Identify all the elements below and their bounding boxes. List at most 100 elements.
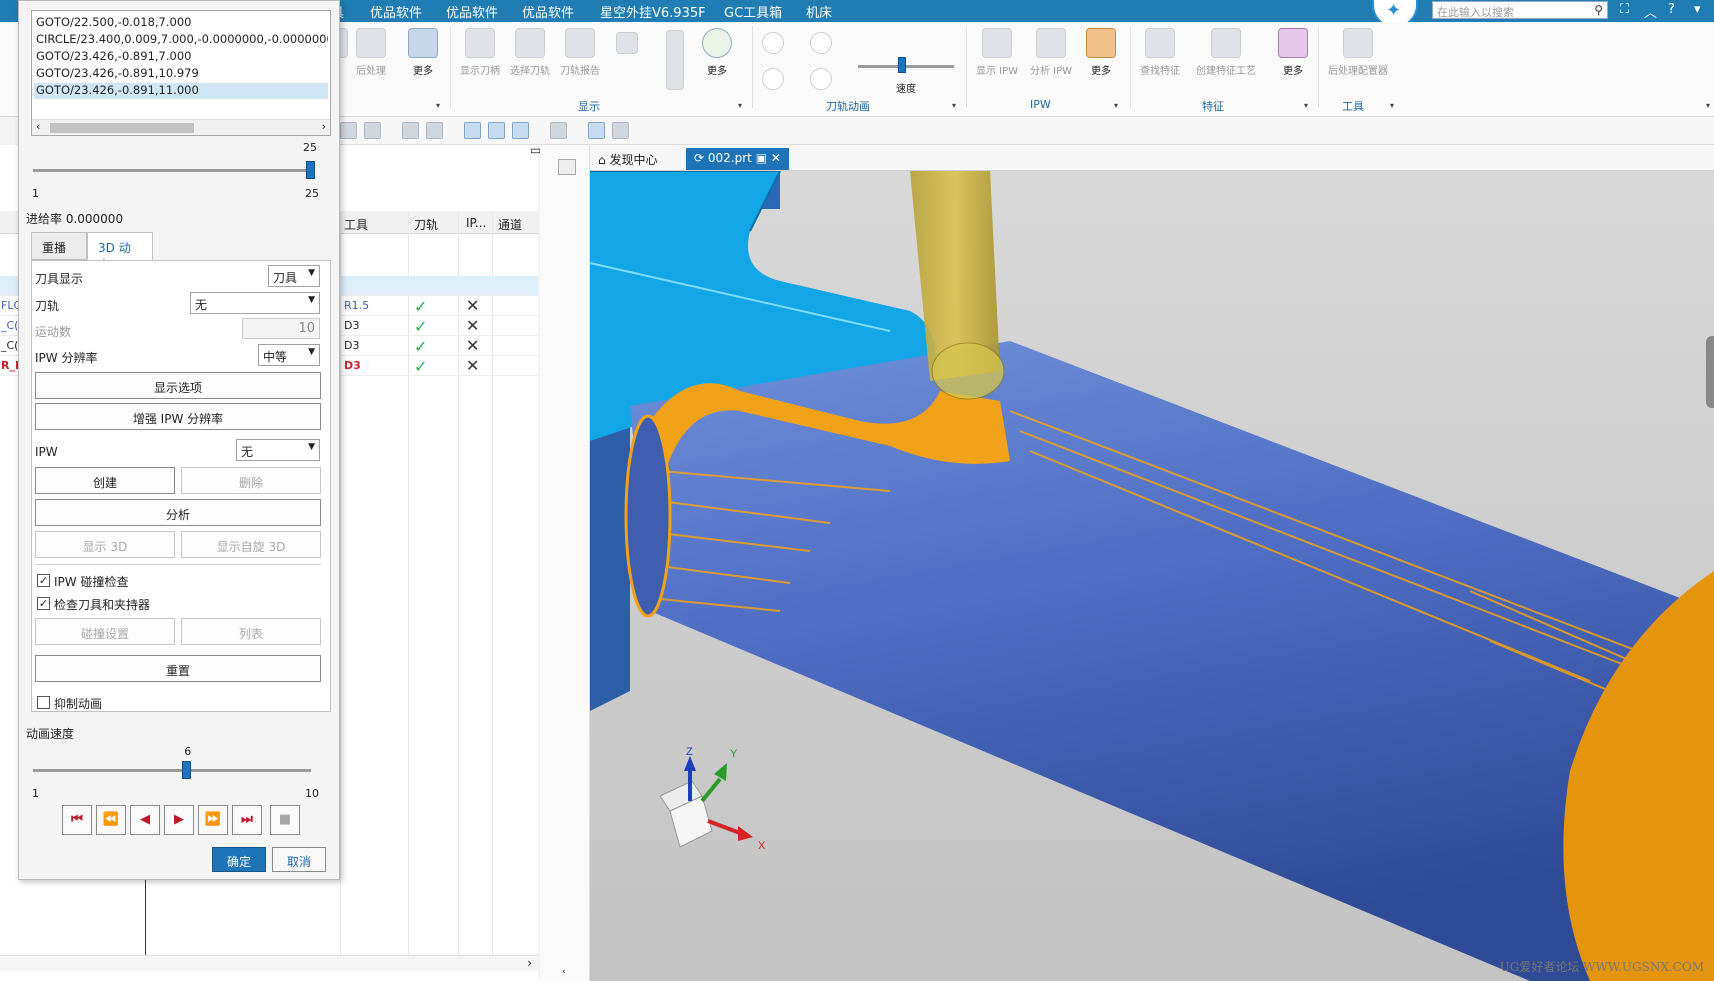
more-button-2[interactable]: 更多: [702, 28, 732, 77]
ribbon-mini-button[interactable]: [616, 32, 638, 58]
menu-youpin-2[interactable]: 优品软件: [446, 2, 498, 21]
delete-button[interactable]: 删除: [181, 467, 321, 494]
menu-xingkong[interactable]: 星空外挂V6.935F: [600, 2, 706, 21]
tab-3d-dynamic[interactable]: 3D 动态: [87, 232, 153, 272]
display-options-button[interactable]: 显示选项: [35, 372, 321, 399]
col-toolpath[interactable]: 刀轨: [414, 216, 438, 233]
col-tool[interactable]: 工具: [344, 216, 368, 233]
ribbon-speed-thumb[interactable]: [898, 57, 906, 73]
hide-eye-icon[interactable]: [512, 122, 529, 139]
search-icon[interactable]: ⚲: [1594, 3, 1603, 17]
graphics-viewport[interactable]: Z Y X UG爱好者论坛 WWW.UGSNX.COM: [590, 171, 1714, 981]
wireframe-icon[interactable]: [612, 122, 629, 139]
check-holder-checkbox[interactable]: ✓: [37, 597, 50, 610]
fast-forward-to-end-button[interactable]: ⏭: [232, 805, 262, 835]
animation-speed-thumb[interactable]: [182, 761, 192, 779]
rewind-to-start-button[interactable]: ⏮: [62, 805, 92, 835]
list-button[interactable]: 列表: [181, 618, 321, 645]
show-ipw-button[interactable]: 显示 IPW: [976, 28, 1018, 77]
move-up-button[interactable]: [666, 30, 684, 94]
list-item[interactable]: GOTO/22.500,-0.018,7.000: [34, 15, 328, 31]
more-button-4[interactable]: 更多: [1278, 28, 1308, 77]
dropdown-arrow-icon[interactable]: ▾: [1114, 101, 1118, 110]
eye-icon[interactable]: [488, 122, 505, 139]
reset-button[interactable]: 重置: [35, 655, 321, 682]
play-forward-button[interactable]: ▶: [164, 805, 194, 835]
cl-code-list[interactable]: GOTO/22.500,-0.018,7.000 CIRCLE/23.400,0…: [31, 10, 331, 136]
scroll-thumb[interactable]: [50, 123, 194, 133]
list-item[interactable]: GOTO/23.426,-0.891,7.000: [34, 49, 328, 65]
dropdown-arrow-icon[interactable]: ▾: [1390, 101, 1394, 110]
dropdown-arrow-icon[interactable]: ▾: [1304, 101, 1308, 110]
tab-discovery-center[interactable]: ⌂ 发现中心: [590, 148, 665, 170]
select-toolpath-button[interactable]: 选择刀轨: [510, 28, 550, 77]
snap-icon[interactable]: [340, 122, 357, 139]
more-menu-icon[interactable]: ▾: [1694, 2, 1701, 17]
view-cube-icon[interactable]: [402, 122, 419, 139]
help-icon[interactable]: ?: [1668, 2, 1675, 17]
find-feature-button[interactable]: 查找特征: [1140, 28, 1180, 77]
dropdown-arrow-icon[interactable]: ▾: [436, 101, 440, 110]
scroll-right-icon[interactable]: ›: [322, 120, 326, 133]
anim-first-button[interactable]: [762, 68, 784, 94]
tab-part-file[interactable]: ⟳ 002.prt ▣ ✕: [686, 148, 789, 170]
collision-settings-button[interactable]: 碰撞设置: [35, 618, 175, 645]
list-item-selected[interactable]: GOTO/23.426,-0.891,11.000: [34, 83, 328, 99]
stop-button[interactable]: ■: [270, 805, 300, 835]
menu-youpin-3[interactable]: 优品软件: [522, 2, 574, 21]
code-list-hscroll[interactable]: ‹ ›: [32, 119, 330, 135]
collapse-ribbon-icon[interactable]: ︿: [1644, 2, 1657, 21]
create-button[interactable]: 创建: [35, 467, 175, 494]
show-3d-button[interactable]: 显示 3D: [35, 531, 175, 558]
motion-count-field[interactable]: 10: [242, 318, 320, 339]
shaded-icon[interactable]: [588, 122, 605, 139]
tool-display-select[interactable]: 刀具 ▼: [268, 265, 320, 287]
show-spin-3d-button[interactable]: 显示自旋 3D: [181, 531, 321, 558]
cancel-button[interactable]: 取消: [272, 847, 326, 872]
snap-point-icon[interactable]: [364, 122, 381, 139]
ipw-collision-checkbox[interactable]: ✓: [37, 574, 50, 587]
command-search-input[interactable]: 在此输入以搜索 ⚲: [1432, 1, 1608, 19]
post-configurator-button[interactable]: 后处理配置器: [1328, 28, 1388, 77]
resource-bar-icon[interactable]: [558, 159, 576, 175]
enhance-ipw-resolution-button[interactable]: 增强 IPW 分辨率: [35, 403, 321, 430]
postprocess-button[interactable]: 后处理: [356, 28, 386, 77]
menu-youpin-1[interactable]: 优品软件: [370, 2, 422, 21]
play-reverse-button[interactable]: ◀: [130, 805, 160, 835]
anim-last-button[interactable]: [810, 68, 832, 94]
navigator-hscroll[interactable]: ›: [0, 955, 538, 971]
list-item[interactable]: CIRCLE/23.400,0.009,7.000,-0.0000000,-0.…: [34, 32, 328, 48]
col-ipw[interactable]: IP...: [466, 216, 486, 230]
list-item[interactable]: GOTO/23.426,-0.891,10.979: [34, 66, 328, 82]
scroll-left-icon[interactable]: ‹: [36, 120, 40, 133]
render-style-icon[interactable]: [550, 122, 567, 139]
ipw-select[interactable]: 无 ▼: [236, 439, 320, 461]
fullscreen-icon[interactable]: ⛶: [1620, 2, 1629, 17]
analyze-button[interactable]: 分析: [35, 499, 321, 526]
ipw-resolution-select[interactable]: 中等 ▼: [258, 344, 320, 366]
dropdown-arrow-icon[interactable]: ▾: [738, 101, 742, 110]
more-button-1[interactable]: 更多: [408, 28, 438, 77]
anim-prev-button[interactable]: [762, 32, 784, 58]
more-button-3[interactable]: 更多: [1086, 28, 1116, 77]
tab-replay[interactable]: 重播: [31, 232, 87, 260]
box-icon[interactable]: [426, 122, 443, 139]
analyze-ipw-button[interactable]: 分析 IPW: [1030, 28, 1072, 77]
menu-machine[interactable]: 机床: [806, 2, 832, 21]
step-slider-thumb[interactable]: [306, 161, 315, 179]
dropdown-arrow-icon[interactable]: ▾: [1706, 101, 1710, 110]
create-feature-process-button[interactable]: 创建特征工艺: [1196, 28, 1256, 77]
animation-speed-track[interactable]: [33, 769, 311, 772]
step-slider-track[interactable]: [33, 169, 311, 172]
step-back-button[interactable]: ⏪: [96, 805, 126, 835]
side-panel-handle[interactable]: [1706, 336, 1714, 408]
toolpath-select[interactable]: 无 ▼: [190, 292, 320, 314]
col-channel[interactable]: 通道: [498, 216, 522, 233]
scroll-right-icon[interactable]: ›: [527, 956, 532, 970]
suppress-animation-checkbox[interactable]: [37, 696, 50, 709]
toolpath-report-button[interactable]: 刀轨报告: [560, 28, 600, 77]
mcs-eye-icon[interactable]: [464, 122, 481, 139]
close-icon[interactable]: ✕: [771, 151, 781, 165]
menu-gc-toolbox[interactable]: GC工具箱: [724, 2, 782, 21]
ok-button[interactable]: 确定: [212, 847, 266, 872]
